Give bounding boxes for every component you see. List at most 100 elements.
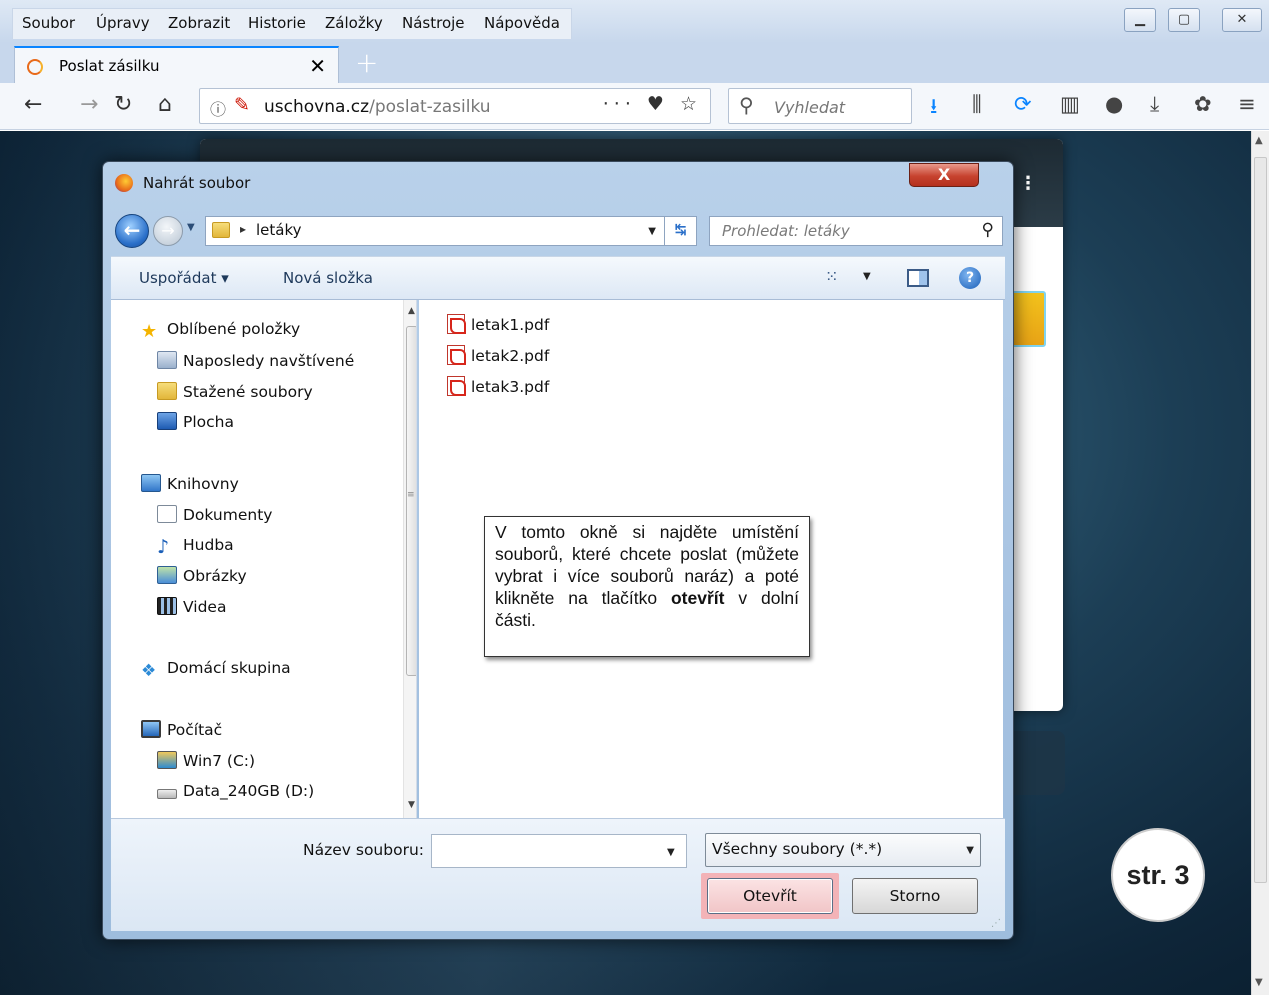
tab-close-icon[interactable]: ✕ [309,54,326,78]
nav-computer[interactable]: Počítač [141,720,222,744]
info-icon[interactable]: ⓘ [210,96,226,120]
maximize-button[interactable]: ▢ [1168,8,1200,32]
preview-pane-icon[interactable] [907,269,929,287]
file-name: letak3.pdf [471,378,550,396]
scroll-down-icon[interactable]: ▼ [408,800,415,810]
nav-drive-d[interactable]: Data_240GB (D:) [157,782,314,806]
organize-button[interactable]: Uspořádat ▾ [139,269,229,287]
nav-videos[interactable]: Videa [157,597,226,621]
page-scrollbar[interactable]: ▲ ▼ [1251,131,1269,995]
path-breadcrumb[interactable]: ▸ letáky ▼ [205,216,665,246]
tab-title: Poslat zásilku [59,57,160,75]
nav-scrollbar[interactable]: ▲ ≡ ▼ [403,300,416,818]
file-item[interactable]: letak2.pdf [447,345,549,369]
filename-input[interactable] [431,834,687,868]
dialog-toolbar: Uspořádat ▾ Nová složka ⁙ ▼ ? [111,256,1005,300]
extension-icon[interactable]: ● [1105,92,1123,116]
file-name: letak2.pdf [471,347,550,365]
breadcrumb-letaky[interactable]: letáky [256,221,302,239]
dialog-back-button[interactable]: ← [115,214,149,248]
nav-documents[interactable]: Dokumenty [157,505,272,529]
film-icon [157,597,177,615]
file-item[interactable]: letak1.pdf [447,314,549,338]
forward-arrow-icon[interactable]: → [80,92,98,117]
nav-favorites[interactable]: ★ Oblíbené položky [141,320,300,344]
new-tab-button[interactable]: + [355,46,378,79]
nav-recent-label: Naposledy navštívené [183,352,355,370]
home-icon[interactable]: ⌂ [158,92,172,117]
menu-icon[interactable]: ≡ [1238,92,1256,116]
refresh-button[interactable]: ↹ [665,216,697,246]
download-arrow-icon[interactable]: ⭳ [930,92,937,127]
help-icon[interactable]: ? [959,267,981,289]
dialog-search-input[interactable]: Prohledat: letáky ⚲ [709,216,1003,246]
file-name: letak1.pdf [471,316,550,334]
pictures-icon [157,566,177,584]
instruction-callout: V tomto okně si najděte umístění souborů… [484,516,810,657]
history-dropdown-icon[interactable]: ▼ [187,222,195,233]
dialog-forward-button[interactable]: → [153,216,183,246]
path-dropdown-icon[interactable]: ▼ [648,226,656,237]
back-arrow-icon[interactable]: ← [24,92,42,117]
breadcrumb-separator-icon[interactable]: ▸ [240,222,246,236]
file-type-select[interactable]: Všechny soubory (*.*) ▼ [705,833,981,867]
homegroup-icon: ❖ [141,661,157,681]
scroll-up-icon[interactable]: ▲ [1255,135,1263,146]
panel-menu-icon[interactable]: ⋮ [1019,173,1037,194]
tab-poslat-zasilku[interactable]: Poslat zásilku ✕ [14,46,339,83]
open-button[interactable]: Otevřít [707,878,833,914]
nav-drive-c[interactable]: Win7 (C:) [157,751,255,775]
sidebar-icon[interactable]: ▥ [1060,92,1080,116]
nav-music-label: Hudba [183,536,234,554]
download-icon[interactable]: ⤓ [1150,92,1159,117]
nav-drive-d-label: Data_240GB (D:) [183,782,315,800]
nav-favorites-label: Oblíbené položky [167,320,301,338]
recent-places-icon [157,351,177,369]
sync-icon[interactable]: ⟳ [1014,92,1032,116]
pdf-icon [447,345,466,365]
page-number-badge: str. 3 [1111,828,1205,922]
menu-upravy[interactable]: Úpravy [96,14,150,32]
view-options-icon[interactable]: ⁙ [825,267,838,286]
new-folder-button[interactable]: Nová složka [283,269,373,287]
filename-dropdown-icon[interactable]: ▼ [667,847,675,858]
nav-music[interactable]: ♪ Hudba [157,536,234,560]
music-note-icon: ♪ [157,536,170,558]
nav-pictures[interactable]: Obrázky [157,566,247,590]
nav-desktop[interactable]: Plocha [157,412,234,436]
window-close-button[interactable]: ✕ [1222,8,1262,32]
nav-homegroup[interactable]: ❖ Domácí skupina [141,659,291,683]
scroll-up-icon[interactable]: ▲ [408,306,415,316]
scroll-thumb[interactable] [1254,157,1267,883]
nav-scroll-thumb[interactable] [406,326,416,676]
menu-zobrazit[interactable]: Zobrazit [168,14,230,32]
scroll-grip-icon: ≡ [407,490,415,500]
file-item[interactable]: letak3.pdf [447,376,549,400]
menu-napoveda[interactable]: Nápověda [484,14,560,32]
view-dropdown-icon[interactable]: ▼ [863,271,871,282]
nav-libraries[interactable]: Knihovny [141,474,239,498]
minimize-button[interactable]: ▁ [1124,8,1156,32]
browser-search-input[interactable]: ⚲ Vyhledat [728,88,912,124]
resize-grip-icon[interactable]: ⋰ [991,918,1001,929]
cancel-button[interactable]: Storno [852,878,978,914]
firefox-icon [115,174,133,192]
addon-icon[interactable]: ✿ [1194,92,1212,116]
loading-icon [27,59,43,75]
menu-zalozky[interactable]: Záložky [325,14,383,32]
downloads-folder-icon [157,382,177,400]
reload-icon[interactable]: ↻ [114,92,132,117]
menu-nastroje[interactable]: Nástroje [402,14,465,32]
tab-bar: Poslat zásilku ✕ + [0,43,1269,83]
nav-downloads[interactable]: Stažené soubory [157,382,313,406]
url-text: uschovna.cz/poslat-zasilku [264,97,491,117]
menu-soubor[interactable]: Soubor [22,14,75,32]
menu-historie[interactable]: Historie [248,14,306,32]
upload-target [1010,291,1046,347]
library-icon[interactable]: ⫼ [972,92,982,117]
dialog-close-button[interactable]: X [909,163,979,187]
page-actions-icon[interactable]: ··· ♥ ☆ [603,93,702,115]
url-bar[interactable]: ⓘ ✎ uschovna.cz/poslat-zasilku ··· ♥ ☆ [199,88,711,124]
nav-recent[interactable]: Naposledy navštívené [157,351,354,375]
scroll-down-icon[interactable]: ▼ [1255,977,1263,988]
